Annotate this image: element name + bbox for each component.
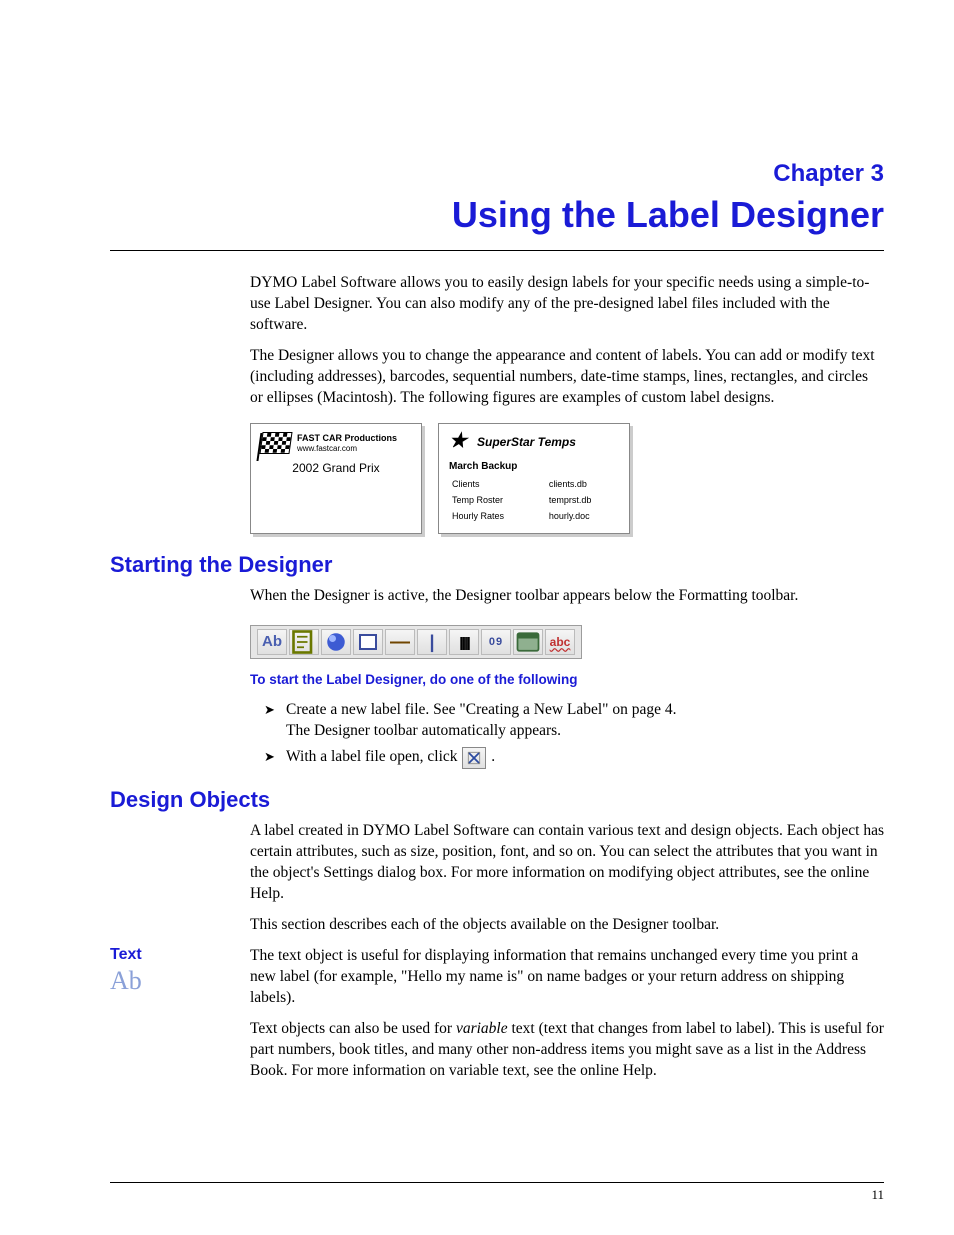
designer-toggle-icon (462, 747, 486, 769)
heading-design-objects: Design Objects (110, 787, 884, 813)
horizontal-line-tool-icon: — (385, 629, 415, 655)
step-text: Create a new label file. See "Creating a… (286, 701, 677, 718)
barcode-tool-icon: ||||| (449, 629, 479, 655)
designer-toolbar: Ab — | ||||| 09 abc (250, 625, 582, 659)
fastcar-title: FAST CAR Productions (297, 432, 397, 444)
file-path: hourly.doc (548, 509, 617, 523)
vertical-line-tool-icon: | (417, 629, 447, 655)
intro-block: DYMO Label Software allows you to easily… (250, 273, 884, 534)
rectangle-tool-icon (353, 629, 383, 655)
fastcar-subtitle: 2002 Grand Prix (261, 460, 411, 476)
text-object-icon: Ab (110, 966, 240, 996)
intro-paragraph-1: DYMO Label Software allows you to easily… (250, 273, 884, 336)
table-row: Clients clients.db (451, 477, 617, 491)
file-name: Temp Roster (451, 493, 546, 507)
graphic-tool-icon (321, 629, 351, 655)
design-objects-p1: A label created in DYMO Label Software c… (250, 821, 884, 905)
instruction-heading: To start the Label Designer, do one of t… (250, 671, 884, 689)
p2-pre: Text objects can also be used for (250, 1020, 456, 1037)
example-label-fastcar: FAST CAR Productions www.fastcar.com 200… (250, 423, 422, 535)
datetime-tool-icon (513, 629, 543, 655)
design-objects-block: A label created in DYMO Label Software c… (250, 821, 884, 936)
starting-intro: When the Designer is active, the Designe… (250, 586, 884, 607)
instruction-list: Create a new label file. See "Creating a… (264, 700, 884, 770)
sidebar-label-text: Text Ab (110, 946, 240, 996)
step-text-post: . (491, 748, 495, 765)
text-object-block: Text Ab The text object is useful for di… (110, 946, 884, 1082)
list-item: With a label file open, click . (264, 747, 884, 769)
text-object-p1: The text object is useful for displaying… (250, 946, 884, 1009)
p2-variable-word: variable (456, 1020, 508, 1037)
sidebar-heading-text: Text (110, 946, 240, 964)
text-object-p2: Text objects can also be used for variab… (250, 1019, 884, 1082)
checkered-flag-icon (259, 432, 292, 454)
intro-paragraph-2: The Designer allows you to change the ap… (250, 346, 884, 409)
step-text-pre: With a label file open, click (286, 748, 461, 765)
superstar-file-table: Clients clients.db Temp Roster temprst.d… (449, 475, 619, 525)
design-objects-p2: This section describes each of the objec… (250, 915, 884, 936)
file-path: clients.db (548, 477, 617, 491)
file-name: Clients (451, 477, 546, 491)
page-number: 11 (871, 1187, 884, 1203)
star-icon (449, 432, 471, 454)
chapter-label: Chapter 3 (110, 160, 884, 188)
heading-starting-designer: Starting the Designer (110, 552, 884, 578)
superstar-title: SuperStar Temps (477, 434, 576, 450)
step-subtext: The Designer toolbar automatically appea… (286, 722, 561, 739)
list-item: Create a new label file. See "Creating a… (264, 700, 884, 742)
example-label-superstar: SuperStar Temps March Backup Clients cli… (438, 423, 630, 535)
table-row: Temp Roster temprst.db (451, 493, 617, 507)
chapter-title: Using the Label Designer (110, 194, 884, 236)
title-rule (110, 250, 884, 251)
curved-text-tool-icon: abc (545, 629, 575, 655)
document-page: Chapter 3 Using the Label Designer DYMO … (0, 0, 954, 1235)
address-tool-icon (289, 629, 319, 655)
counter-tool-icon: 09 (481, 629, 511, 655)
footer-rule (110, 1182, 884, 1183)
file-name: Hourly Rates (451, 509, 546, 523)
file-path: temprst.db (548, 493, 617, 507)
table-row: Hourly Rates hourly.doc (451, 509, 617, 523)
starting-block: When the Designer is active, the Designe… (250, 586, 884, 769)
fastcar-url: www.fastcar.com (297, 444, 397, 455)
example-figures: FAST CAR Productions www.fastcar.com 200… (250, 423, 884, 535)
superstar-section: March Backup (449, 460, 619, 474)
text-tool-icon: Ab (257, 629, 287, 655)
